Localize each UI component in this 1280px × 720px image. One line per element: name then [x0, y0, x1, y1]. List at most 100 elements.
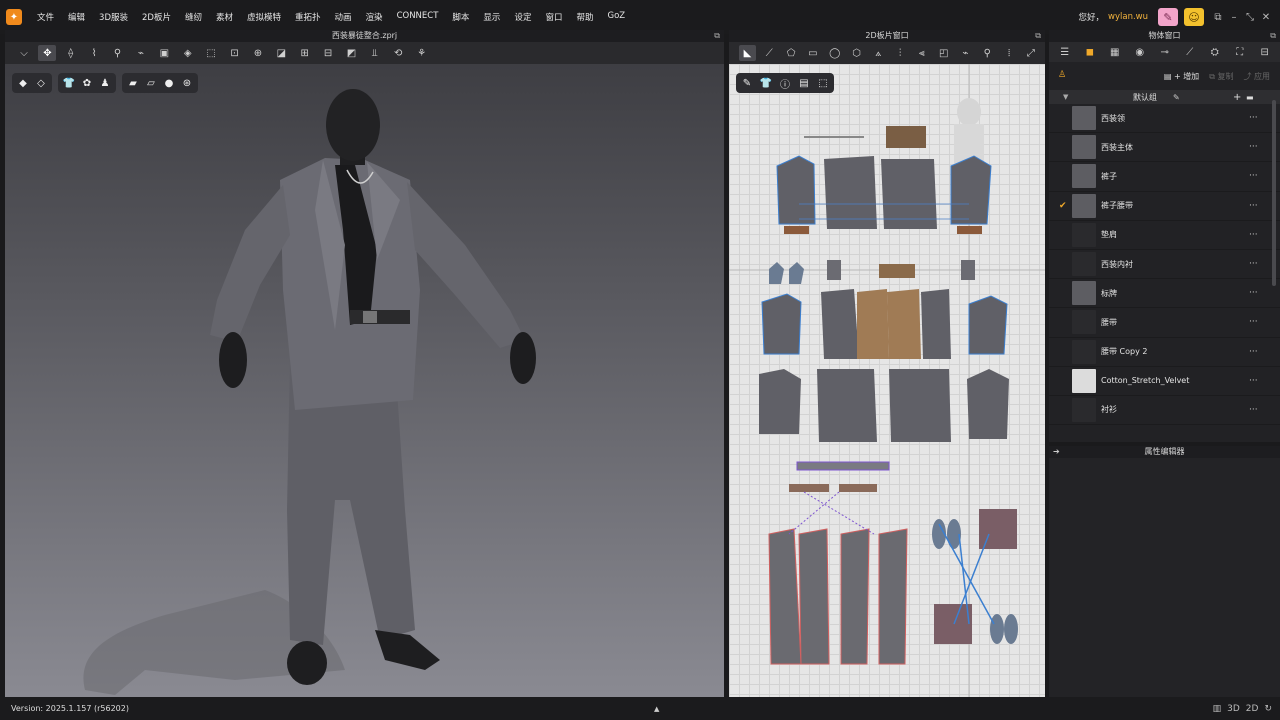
tape-2d-icon[interactable]: ⌁ — [957, 45, 974, 61]
texture-icon[interactable]: ◇ — [34, 76, 48, 90]
menu-item[interactable]: 渲染 — [359, 11, 390, 23]
dart-icon[interactable]: ⟑ — [870, 45, 887, 61]
fold-icon[interactable]: ⟠ — [62, 45, 80, 61]
copy-fabric-button[interactable]: ⧉ 复制 — [1209, 71, 1233, 82]
list-item[interactable]: 腰带 Copy 2 ··· — [1049, 338, 1280, 367]
add-fabric-button[interactable]: ▤ + 增加 — [1164, 71, 1199, 82]
menu-item[interactable]: 素材 — [209, 11, 240, 23]
list-item[interactable]: 垫肩 ··· — [1049, 221, 1280, 250]
shirt-icon[interactable]: 👕 — [759, 76, 773, 90]
menu-item[interactable]: 虚拟模特 — [240, 11, 288, 23]
internal-polygon-icon[interactable]: ⬡ — [848, 45, 865, 61]
select-mesh-icon[interactable]: ⌵ — [15, 45, 33, 61]
fabric-filter-icon[interactable]: ♙ — [1058, 70, 1066, 80]
fabric-show-icon[interactable]: ▰ — [126, 76, 140, 90]
move-gizmo-icon[interactable]: ✥ — [38, 45, 57, 61]
edit-pattern-icon[interactable]: ◪ — [272, 45, 290, 61]
list-item[interactable]: Cotton_Stretch_Velvet ··· — [1049, 367, 1280, 396]
fabric-list-scrollbar[interactable] — [1272, 100, 1276, 286]
window-restore-icon[interactable]: ⧉ — [1210, 12, 1226, 23]
menu-item[interactable]: 重拓扑 — [288, 11, 328, 23]
list-item[interactable]: 裤子 ··· — [1049, 162, 1280, 192]
fabric-group-header[interactable]: ▼ 默认组 ✎ + ▬ — [1049, 90, 1280, 104]
menu-item[interactable]: 动画 — [328, 11, 359, 23]
free-sew-icon[interactable]: ⫷ — [913, 45, 930, 61]
avatar-icon[interactable]: ☺ — [1184, 8, 1204, 26]
box-pin-icon[interactable]: ▣ — [155, 45, 173, 61]
align-icon[interactable]: ⫫ — [366, 45, 384, 61]
menu-item[interactable]: 窗口 — [538, 11, 569, 23]
menu-item[interactable]: GoZ — [600, 11, 632, 23]
fold-arrange-icon[interactable]: ◰ — [935, 45, 952, 61]
close-icon[interactable]: ✕ — [1258, 12, 1274, 23]
layer-icon[interactable]: ▱ — [144, 76, 158, 90]
shading-icon[interactable]: ◆ — [16, 76, 30, 90]
edit-texture-icon[interactable]: ⦙ — [1001, 45, 1018, 61]
undock-icon[interactable]: ⧉ — [1035, 30, 1041, 42]
rectangle-icon[interactable]: ▭ — [804, 45, 821, 61]
folder-icon[interactable]: ▬ — [1246, 93, 1254, 102]
app-logo-icon[interactable]: ✦ — [6, 9, 22, 25]
undock-icon[interactable]: ⧉ — [714, 30, 720, 42]
pencil-icon[interactable]: ✎ — [1173, 93, 1180, 102]
collapse-arrow-icon[interactable]: ▼ — [1063, 93, 1068, 101]
menu-item[interactable]: 显示 — [476, 11, 507, 23]
transform-2d-icon[interactable]: ⟋ — [761, 45, 778, 61]
puckering-icon[interactable]: ⛶ — [1230, 43, 1250, 61]
button-icon[interactable]: ◉ — [1130, 43, 1150, 61]
shirt-select-icon[interactable]: ⬚ — [816, 76, 830, 90]
more-options-icon[interactable]: ··· — [1249, 347, 1258, 357]
list-item[interactable]: 西装主体 ··· — [1049, 133, 1280, 163]
menu-item[interactable]: 设定 — [507, 11, 538, 23]
more-options-icon[interactable]: ··· — [1249, 288, 1258, 298]
expand-up-icon[interactable]: ▲ — [654, 705, 659, 713]
minimize-icon[interactable]: – — [1226, 12, 1242, 23]
more-options-icon[interactable]: ··· — [1249, 171, 1258, 181]
list-item[interactable]: 腰带 ··· — [1049, 308, 1280, 338]
menu-item[interactable]: 帮助 — [569, 11, 600, 23]
garment-icon[interactable]: 👕 — [62, 76, 76, 90]
menu-item[interactable]: 缝纫 — [178, 11, 209, 23]
transform-pattern-icon[interactable]: ⬚ — [202, 45, 220, 61]
globe-icon[interactable]: ⊛ — [180, 76, 194, 90]
menu-item[interactable]: 脚本 — [445, 11, 476, 23]
sew-line-icon[interactable]: ⤢ — [1022, 45, 1039, 61]
list-item[interactable]: 衬衫 ··· — [1049, 396, 1280, 426]
polygon-icon[interactable]: ⬠ — [783, 45, 800, 61]
avatar-icon[interactable]: ♟ — [98, 76, 112, 90]
fit-avatar-icon[interactable]: ⊡ — [226, 45, 244, 61]
pattern-outline-icon[interactable]: ✿ — [80, 76, 94, 90]
undock-icon[interactable]: ⧉ — [1270, 30, 1276, 42]
grid-icon[interactable]: ▦ — [1105, 43, 1125, 61]
pin-2d-icon[interactable]: ⚲ — [979, 45, 996, 61]
more-options-icon[interactable]: ··· — [1249, 405, 1258, 415]
menu-item[interactable]: 文件 — [30, 11, 61, 23]
menu-item[interactable]: CONNECT — [390, 11, 446, 23]
expand-arrow-icon[interactable]: ➔ — [1053, 446, 1060, 458]
layout-icon[interactable]: ▥ — [1213, 704, 1222, 714]
zipper-icon[interactable]: ⊟ — [1255, 43, 1275, 61]
list-icon[interactable]: ☰ — [1055, 43, 1075, 61]
more-options-icon[interactable]: ··· — [1249, 317, 1258, 327]
topstitch-icon[interactable]: ⟋ — [1180, 43, 1200, 61]
list-item[interactable]: ✔ 裤子腰带 ··· — [1049, 192, 1280, 221]
edit-pattern-2d-icon[interactable]: ◣ — [739, 45, 756, 61]
layer-2d-icon[interactable]: ▤ — [797, 76, 811, 90]
viewport-3d[interactable]: 西装暴徒整合.zprj ⧉ ⌵ ✥ ⟠ ⌇ ⚲ ⌁ ▣ ◈ ⬚ ⊡ ⊕ ◪ ⊞ ⊟ ◩ ⫫ ⟲ ⚘ ◆ ◇ 👕 ✿ ♟ … — [5, 30, 724, 697]
walk-icon[interactable]: ⚘ — [413, 45, 431, 61]
punch-icon[interactable]: ⊕ — [249, 45, 267, 61]
maximize-icon[interactable]: ⤡ — [1242, 12, 1258, 23]
more-options-icon[interactable]: ··· — [1249, 142, 1258, 152]
hanger-icon[interactable]: ◼ — [1080, 43, 1100, 61]
more-options-icon[interactable]: ··· — [1249, 376, 1258, 386]
select-pin-icon[interactable]: ◈ — [179, 45, 197, 61]
more-options-icon[interactable]: ··· — [1249, 230, 1258, 240]
refresh-icon[interactable]: ↻ — [1264, 704, 1272, 714]
list-item[interactable]: 标牌 ··· — [1049, 279, 1280, 309]
keyframe-icon[interactable]: ⟲ — [389, 45, 407, 61]
trim-icon[interactable]: ⛭ — [1205, 43, 1225, 61]
measure-icon[interactable]: ⊞ — [296, 45, 314, 61]
list-item[interactable]: 西装内衬 ··· — [1049, 250, 1280, 280]
pattern-grid[interactable] — [729, 64, 1045, 697]
buttonhole-icon[interactable]: ⊸ — [1155, 43, 1175, 61]
